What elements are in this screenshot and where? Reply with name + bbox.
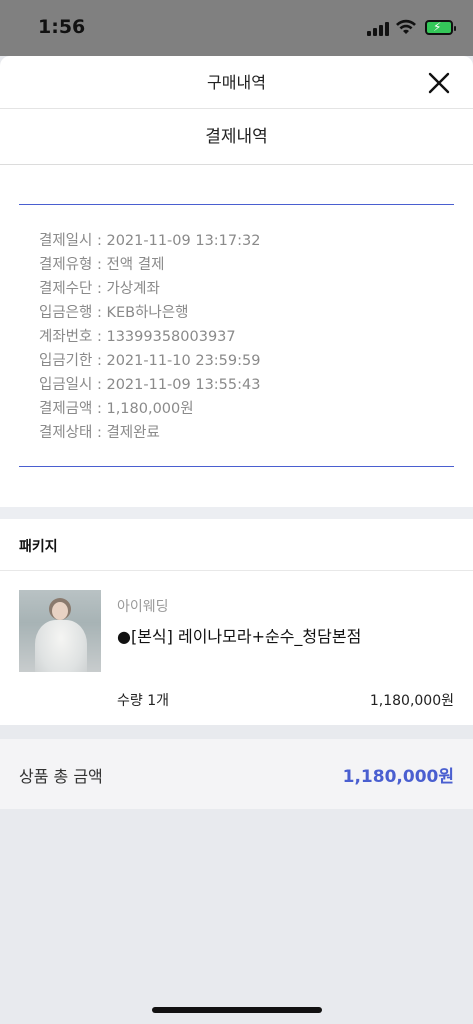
- product-quantity: 수량 1개: [117, 693, 169, 709]
- wifi-icon: [396, 19, 416, 34]
- divider-bottom: [19, 466, 454, 467]
- purchase-history-sheet: 구매내역 결제내역 결제일시 : 2021-11-09 13:17:32 결제유…: [0, 56, 473, 1024]
- detail-payment-amount: 결제금액 : 1,180,000원: [39, 401, 194, 417]
- detail-account-number: 계좌번호 : 13399358003937: [39, 329, 236, 345]
- section-gap: [0, 507, 473, 519]
- product-brand: 아이웨딩: [117, 599, 169, 615]
- detail-deposit-datetime: 입금일시 : 2021-11-09 13:55:43: [39, 377, 261, 393]
- battery-charging-icon: ⚡: [425, 20, 456, 35]
- detail-payment-type: 결제유형 : 전액 결제: [39, 257, 165, 273]
- status-time: 1:56: [38, 16, 86, 38]
- sheet-header: 구매내역: [0, 56, 473, 109]
- total-value: 1,180,000원: [342, 767, 454, 787]
- detail-deposit-deadline: 입금기한 : 2021-11-10 23:59:59: [39, 353, 261, 369]
- detail-payment-datetime: 결제일시 : 2021-11-09 13:17:32: [39, 233, 261, 249]
- payment-details-block: 결제일시 : 2021-11-09 13:17:32 결제유형 : 전액 결제 …: [0, 165, 473, 507]
- page-title: 구매내역: [207, 73, 266, 92]
- product-name[interactable]: ●[본식] 레이나모라+순수_청담본점: [117, 623, 361, 647]
- status-bar: 1:56 ⚡: [0, 0, 473, 56]
- product-price: 1,180,000원: [369, 693, 454, 709]
- divider-top: [19, 204, 454, 205]
- home-indicator[interactable]: [152, 1007, 322, 1013]
- section-gap: [0, 725, 473, 739]
- detail-payment-method: 결제수단 : 가상계좌: [39, 281, 160, 297]
- close-icon[interactable]: [427, 71, 451, 95]
- detail-deposit-bank: 입금은행 : KEB하나은행: [39, 305, 189, 321]
- detail-payment-status: 결제상태 : 결제완료: [39, 425, 160, 441]
- total-amount-row: 상품 총 금액 1,180,000원: [0, 739, 473, 809]
- package-section: 패키지 아이웨딩 ●[본식] 레이나모라+순수_청담본점 수량 1개 1,180…: [0, 519, 473, 725]
- cellular-signal-icon: [367, 20, 389, 36]
- product-thumbnail[interactable]: [19, 590, 101, 672]
- total-label: 상품 총 금액: [19, 767, 103, 786]
- package-header: 패키지: [0, 519, 473, 571]
- payment-section-title: 결제내역: [0, 109, 473, 165]
- payment-details-list: 결제일시 : 2021-11-09 13:17:32 결제유형 : 전액 결제 …: [39, 229, 260, 445]
